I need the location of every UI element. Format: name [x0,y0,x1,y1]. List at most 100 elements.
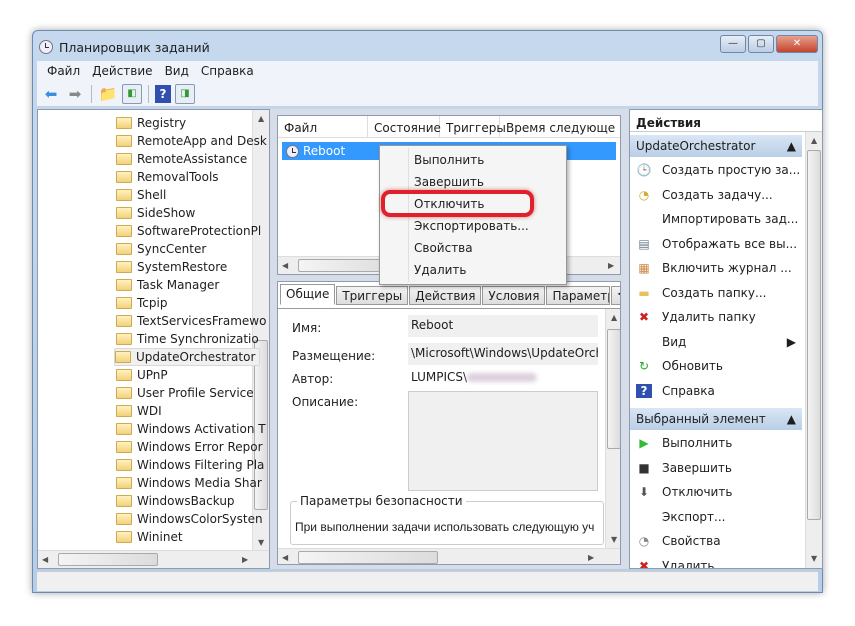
context-run[interactable]: Выполнить [414,149,484,171]
location-field[interactable]: \Microsoft\Windows\UpdateOrches [408,343,598,365]
tree-item[interactable]: RemovalTools [116,168,219,186]
tree-item-label: UPnP [137,368,168,382]
tree-item[interactable]: SystemRestore [116,258,227,276]
tab-scroll-left[interactable]: ◀ [611,286,620,305]
context-export[interactable]: Экспортировать... [414,215,529,237]
tab-general[interactable]: Общие [280,284,336,305]
forward-arrow-icon[interactable]: ➡ [65,84,85,104]
details-horizontal-scrollbar[interactable]: ◀ ▶ [278,548,620,564]
tree-item[interactable]: Windows Activation T [116,420,266,438]
action-item[interactable]: ⬇ Отключить [630,480,802,504]
column-name[interactable]: Файл [278,116,368,137]
tree-item-label: Time Synchronizatio [137,332,259,346]
name-field[interactable]: Reboot [408,315,598,337]
tab-conditions[interactable]: Условия [482,286,546,305]
tree-item[interactable]: Registry [116,114,186,132]
menu-file[interactable]: Файл [43,64,84,78]
tab-triggers[interactable]: Триггеры [336,286,409,305]
tree-item[interactable]: Tcpip [116,294,167,312]
context-properties[interactable]: Свойства [414,237,473,259]
tree-item[interactable]: WindowsBackup [116,492,235,510]
tree-item[interactable]: UPnP [116,366,168,384]
action-item[interactable]: ▦ Включить журнал ... [630,256,802,280]
folder-icon [116,531,132,543]
back-arrow-icon[interactable]: ⬅ [41,84,61,104]
actions-group-folder[interactable]: UpdateOrchestrator ▲ [630,135,802,157]
action-item[interactable]: Экспорт... [630,505,802,529]
tree-item[interactable]: Time Synchronizatio [116,330,259,348]
column-next-run[interactable]: Время следующе [500,116,620,137]
folder-icon [116,405,132,417]
action-item[interactable]: ✖ Удалить папку [630,305,802,329]
action-item[interactable]: ▤ Отображать все вы... [630,232,802,256]
tree-item[interactable]: Windows Filtering Pla [116,456,264,474]
minimize-button[interactable]: — [720,35,746,53]
action-label: Свойства [662,534,721,548]
tree-item[interactable]: WindowsColorSysten [116,510,263,528]
tree-item[interactable]: Shell [116,186,166,204]
tree-item[interactable]: RemoteApp and Desk [116,132,267,150]
action-item[interactable]: Импортировать зад... [630,207,802,231]
action-item[interactable]: Вид ▶ [630,330,802,354]
action-item[interactable]: ↻ Обновить [630,354,802,378]
context-delete[interactable]: Удалить [414,259,467,281]
help-icon[interactable]: ? [155,84,171,103]
actions-header: Действия [630,110,822,132]
tree-item-label: Windows Activation T [137,422,266,436]
tree-item[interactable]: RemoteAssistance [116,150,247,168]
action-item[interactable]: ? Справка [630,379,802,403]
tree-item[interactable]: Wininet [116,528,183,546]
maximize-button[interactable]: ▢ [748,35,774,53]
tree-item[interactable]: Windows Media Shar [116,474,262,492]
tab-settings[interactable]: Параметры [546,286,611,305]
description-field[interactable] [408,391,598,491]
menu-help[interactable]: Справка [197,64,258,78]
tree-item-label: User Profile Service [137,386,254,400]
tree-item[interactable]: Task Manager [116,276,219,294]
tree-item[interactable]: Windows Error Repor [116,438,263,456]
tree-horizontal-scrollbar[interactable]: ◀ ▶ [38,550,269,568]
tree-item-label: RemoteApp and Desk [137,134,267,148]
tree-item[interactable]: UpdateOrchestrator [114,348,261,366]
tree-item-label: SystemRestore [137,260,228,274]
task-name: Reboot [303,144,346,158]
tree-item[interactable]: SideShow [116,204,195,222]
folder-icon [116,225,132,237]
folder-icon [116,207,132,219]
action-item[interactable]: ■ Завершить [630,456,802,480]
create-task-icon: ◔ [638,187,650,202]
delete-icon: ✖ [638,310,650,324]
tree-item[interactable]: SyncCenter [116,240,206,258]
action-item[interactable]: ▬ Создать папку... [630,281,802,305]
tree-item-label: Registry [137,116,187,130]
toolbar-separator [91,84,92,103]
folder-icon [116,171,132,183]
menu-view[interactable]: Вид [161,64,193,78]
group-title: Выбранный элемент [636,412,766,426]
tree-item[interactable]: TextServicesFramewo [116,312,266,330]
tree-item[interactable]: WDI [116,402,162,420]
actions-group-selected[interactable]: Выбранный элемент ▲ [630,408,802,430]
tree-item-label: SideShow [137,206,196,220]
action-item[interactable]: ✖ Удалить [630,554,802,569]
folder-icon [116,243,132,255]
folder-up-icon[interactable]: 📁 [98,84,118,104]
show-hide-tree-icon[interactable]: ◧ [122,83,142,104]
action-item[interactable]: ▶ Выполнить [630,431,802,455]
show-hide-actions-icon[interactable]: ◨ [175,83,195,104]
action-item[interactable]: 🕒 Создать простую за... [630,158,802,182]
action-item[interactable]: ◔ Создать задачу... [630,183,802,207]
column-triggers[interactable]: Триггеры [440,116,506,137]
title-bar: Планировщик заданий [39,37,210,57]
actions-vertical-scrollbar[interactable]: ▲ ▼ [805,132,822,568]
close-button[interactable]: ✕ [776,35,818,53]
column-status[interactable]: Состояние [368,116,441,137]
tab-actions[interactable]: Действия [409,286,482,305]
action-item[interactable]: ◔ Свойства [630,529,802,553]
details-vertical-scrollbar[interactable]: ▲ ▼ [605,309,620,549]
menu-action[interactable]: Действие [88,64,156,78]
tree-item[interactable]: SoftwareProtectionPl [116,222,261,240]
task-list-header: Файл Состояние Триггеры Время следующе [278,116,620,138]
tree-item[interactable]: User Profile Service [116,384,254,402]
author-field[interactable]: LUMPICS\ [408,367,598,389]
